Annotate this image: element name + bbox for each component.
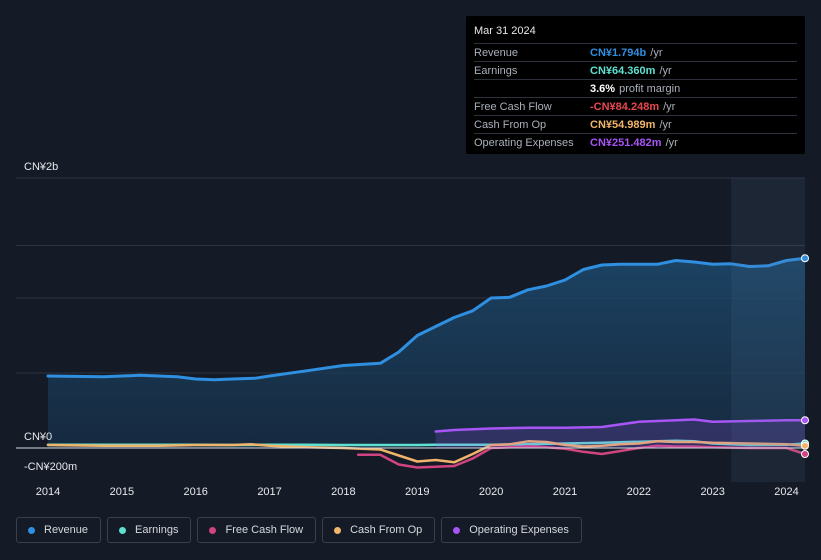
x-tick-2015: 2015	[110, 486, 134, 498]
series-layer	[46, 256, 807, 469]
revenue-end-dot	[801, 254, 809, 263]
tooltip: Mar 31 2024 Revenue CN¥1.794b/yr Earnings C…	[466, 16, 805, 154]
operating-expenses-end-dot	[801, 416, 809, 425]
cash-from-op-end-dot	[801, 441, 809, 450]
legend-dot-icon	[119, 526, 127, 534]
legend-label: Operating Expenses	[469, 524, 569, 536]
tooltip-row-value: CN¥1.794b	[590, 46, 647, 59]
tooltip-row-name: Operating Expenses	[474, 136, 574, 149]
legend-dot-icon	[453, 526, 461, 534]
tooltip-row: Earnings CN¥64.360m/yr	[474, 61, 797, 79]
legend-label: Cash From Op	[350, 524, 423, 536]
tooltip-row-unit: /yr	[659, 118, 672, 131]
tooltip-row-unit: /yr	[663, 100, 676, 113]
tooltip-row-value: CN¥251.482m	[590, 136, 662, 149]
x-tick-2019: 2019	[405, 486, 429, 498]
tooltip-row-unit: profit margin	[619, 82, 681, 95]
tooltip-row-unit: /yr	[659, 64, 672, 77]
legend-item-cash-from-op[interactable]: Cash From Op	[322, 517, 436, 543]
tooltip-row-name: Cash From Op	[474, 118, 547, 131]
tooltip-row-value: CN¥64.360m	[590, 64, 656, 77]
tooltip-row: Revenue CN¥1.794b/yr	[474, 43, 797, 61]
x-tick-2016: 2016	[183, 486, 207, 498]
x-tick-2014: 2014	[36, 486, 60, 498]
tooltip-row-unit: /yr	[665, 136, 678, 149]
legend-label: Revenue	[44, 524, 89, 536]
tooltip-row: Cash From Op CN¥54.989m/yr	[474, 115, 797, 133]
legend-dot-icon	[28, 526, 35, 534]
x-tick-2018: 2018	[331, 486, 355, 498]
x-tick-2022: 2022	[627, 486, 651, 498]
y-label-top: CN¥2b	[24, 161, 58, 173]
x-tick-2023: 2023	[700, 486, 724, 498]
tooltip-row-value: CN¥54.989m	[590, 118, 656, 131]
legend-dot-icon	[209, 526, 217, 534]
tooltip-row-name: Free Cash Flow	[474, 100, 552, 113]
free-cash-flow-end-dot	[801, 450, 809, 458]
legend-item-earnings[interactable]: Earnings	[107, 517, 192, 543]
legend-label: Free Cash Flow	[225, 524, 304, 536]
y-label-bottom: -CN¥200m	[24, 461, 77, 473]
x-tick-2017: 2017	[257, 486, 281, 498]
x-tick-2020: 2020	[479, 486, 503, 498]
tooltip-rows: Revenue CN¥1.794b/yr Earnings CN¥64.360m/yr…	[474, 43, 797, 151]
legend-dot-icon	[334, 526, 342, 534]
legend: Revenue Earnings Free Cash Flow Cash From O…	[16, 517, 582, 545]
tooltip-row-name: Earnings	[474, 64, 518, 77]
x-tick-2024: 2024	[774, 486, 798, 498]
tooltip-row-value: -CN¥84.248m	[590, 100, 660, 113]
tooltip-row: 3.6% profit margin	[474, 79, 797, 97]
tooltip-date: Mar 31 2024	[474, 25, 536, 37]
tooltip-row-value: 3.6%	[590, 82, 616, 95]
legend-item-operating-expenses[interactable]: Operating Expenses	[441, 517, 582, 543]
legend-label: Earnings	[135, 524, 179, 536]
x-axis-ticks: 2014 2015 2016 2017 2018 2019 2020 2021 2022 2023…	[36, 486, 799, 498]
tooltip-row-name: Revenue	[474, 46, 519, 59]
legend-item-free-cash-flow[interactable]: Free Cash Flow	[197, 517, 317, 543]
tooltip-row-unit: /yr	[650, 46, 663, 59]
legend-item-revenue[interactable]: Revenue	[16, 517, 102, 543]
x-tick-2021: 2021	[553, 486, 577, 498]
y-label-zero: CN¥0	[24, 431, 52, 443]
forecast-shade	[731, 178, 805, 482]
tooltip-row: Free Cash Flow -CN¥84.248m/yr	[474, 97, 797, 115]
tooltip-row: Operating Expenses CN¥251.482m/yr	[474, 133, 797, 151]
